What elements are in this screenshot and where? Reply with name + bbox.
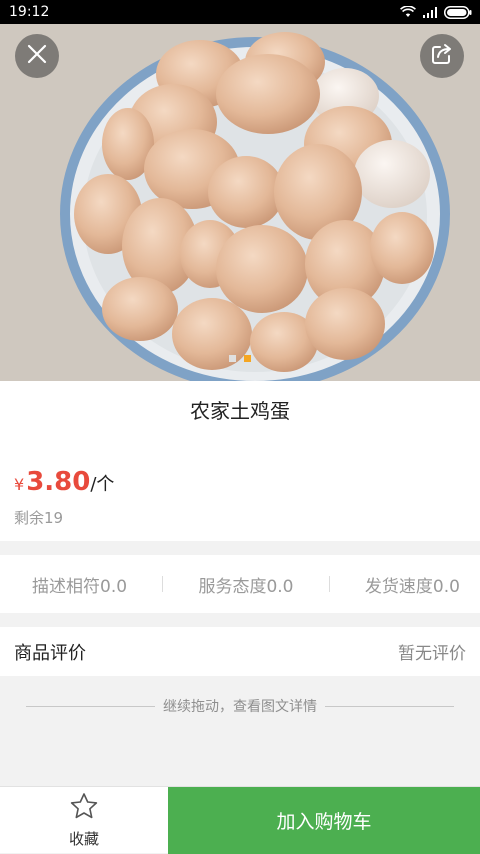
price-value: 3.80 [26, 467, 91, 497]
star-outline-icon [69, 792, 99, 824]
wifi-icon [400, 6, 416, 18]
close-button[interactable] [15, 34, 59, 78]
add-to-cart-button[interactable]: 加入购物车 [168, 787, 480, 854]
status-time: 19:12 [9, 4, 50, 20]
favorite-button[interactable]: 收藏 [0, 787, 168, 854]
rating-shipping-speed: 发货速度0.0 [364, 576, 460, 597]
drag-for-details[interactable]: 继续拖动，查看图文详情 [0, 676, 480, 786]
reviews-empty-text: 暂无评价 [398, 644, 466, 664]
price-currency: ¥ [14, 475, 25, 494]
product-gallery[interactable] [0, 24, 480, 381]
battery-icon [444, 5, 472, 19]
close-icon [27, 44, 47, 68]
share-icon [430, 42, 454, 70]
rating-service-attitude: 服务态度0.0 [198, 576, 294, 597]
drag-hint-text: 继续拖动，查看图文详情 [163, 699, 317, 715]
gallery-pagination [0, 355, 480, 362]
product-photo [0, 24, 480, 381]
divider [328, 576, 330, 592]
bottom-action-bar: 收藏 加入购物车 [0, 786, 480, 854]
product-info: 农家土鸡蛋 ¥ 3.80 /个 剩余19 [0, 381, 480, 541]
product-reviews-header[interactable]: 商品评价 暂无评价 [0, 627, 480, 676]
shop-ratings: 描述相符0.0 服务态度0.0 发货速度0.0 [0, 555, 480, 613]
status-icons [400, 5, 472, 19]
signal-icon [422, 6, 438, 18]
share-button[interactable] [420, 34, 464, 78]
divider [162, 576, 164, 592]
status-bar: 19:12 [0, 0, 480, 24]
divider [325, 705, 454, 707]
price-unit: /个 [90, 474, 115, 495]
favorite-label: 收藏 [68, 830, 99, 848]
price-row: ¥ 3.80 /个 [14, 467, 114, 497]
drag-hint-row: 继续拖动，查看图文详情 [26, 696, 454, 716]
rating-description-match: 描述相符0.0 [32, 576, 128, 597]
pagination-dot-active[interactable] [244, 355, 251, 362]
divider [26, 705, 155, 707]
reviews-title: 商品评价 [14, 642, 86, 664]
pagination-dot[interactable] [229, 355, 236, 362]
product-title: 农家土鸡蛋 [190, 399, 290, 423]
stock-remaining: 剩余19 [14, 509, 64, 527]
